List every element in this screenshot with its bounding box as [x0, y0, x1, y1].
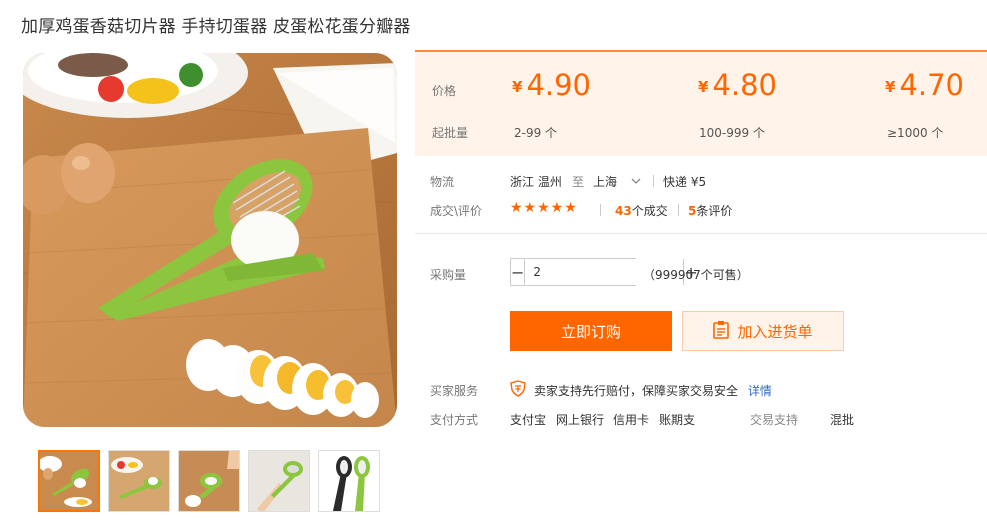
deal-count: 43 — [615, 204, 632, 218]
main-product-image — [23, 53, 397, 427]
logistics-label: 物流 — [430, 175, 455, 189]
service-label: 买家服务 — [430, 384, 479, 398]
thumbnail-5[interactable] — [318, 450, 380, 512]
price-tier-1: ¥4.90 — [512, 68, 591, 102]
price-value: 4.80 — [712, 68, 778, 102]
currency-symbol: ¥ — [698, 78, 709, 96]
product-title: 加厚鸡蛋香菇切片器 手持切蛋器 皮蛋松花蛋分瓣器 — [21, 17, 411, 37]
thumbnail-2[interactable] — [108, 450, 170, 512]
payment-label: 支付方式 — [430, 413, 479, 427]
payment-method-credit-term: 账期支 — [659, 413, 696, 427]
price-panel: 价格 起批量 ¥4.90 ¥4.80 ¥4.70 2-99 个 100-999 … — [415, 50, 987, 156]
clipboard-icon — [713, 320, 730, 343]
price-tier-2: ¥4.80 — [698, 68, 777, 102]
review-count-link[interactable]: 5条评价 — [688, 202, 732, 219]
review-suffix: 条评价 — [696, 204, 733, 218]
range-tier-2: 100-999 个 — [699, 126, 765, 140]
price-value: 4.70 — [899, 68, 965, 102]
quantity-stepper: − + — [510, 258, 698, 286]
currency-symbol: ¥ — [512, 78, 523, 96]
moq-label: 起批量 — [432, 126, 469, 140]
deal-count-link[interactable]: 43个成交 — [615, 202, 668, 219]
trade-support-label: 交易支持 — [750, 413, 799, 427]
payment-method-alipay: 支付宝 — [510, 413, 547, 427]
available-stock: （999907个可售） — [643, 268, 749, 282]
range-tier-3: ≥1000 个 — [887, 126, 944, 140]
currency-symbol: ¥ — [885, 78, 896, 96]
deals-label: 成交\评价 — [430, 204, 483, 218]
price-label: 价格 — [432, 84, 457, 98]
service-description: 卖家支持先行赔付，保障买家交易安全 详情 — [534, 382, 772, 399]
service-detail-link[interactable]: 详情 — [748, 384, 772, 398]
add-to-cart-label: 加入进货单 — [737, 322, 813, 341]
price-tier-3: ¥4.70 — [885, 68, 964, 102]
service-text: 卖家支持先行赔付，保障买家交易安全 — [534, 384, 739, 398]
chevron-down-icon — [631, 173, 641, 187]
payment-method-credit-card: 信用卡 — [613, 413, 650, 427]
shield-icon — [510, 380, 526, 397]
quantity-label: 采购量 — [430, 268, 467, 282]
deal-suffix: 个成交 — [631, 204, 668, 218]
destination-select[interactable]: 上海 — [593, 173, 641, 190]
divider — [600, 204, 601, 216]
payment-method-online-bank: 网上银行 — [556, 413, 605, 427]
thumbnail-3[interactable] — [178, 450, 240, 512]
thumbnail-4[interactable] — [248, 450, 310, 512]
thumbnail-1[interactable] — [38, 450, 100, 512]
divider — [653, 175, 654, 187]
destination-value: 上海 — [593, 175, 618, 189]
thumbnail-strip — [38, 450, 383, 512]
logistics-to: 至 — [572, 175, 585, 189]
express-fee: 快递 ¥5 — [663, 175, 707, 189]
section-divider — [415, 233, 987, 234]
divider — [678, 204, 679, 216]
logistics-origin: 浙江 温州 — [510, 175, 562, 189]
price-value: 4.90 — [526, 68, 592, 102]
decrease-button[interactable]: − — [511, 259, 526, 285]
trade-support-value: 混批 — [830, 413, 855, 427]
add-to-cart-button[interactable]: 加入进货单 — [682, 311, 844, 351]
buy-now-button[interactable]: 立即订购 — [510, 311, 672, 351]
rating-stars: ★★★★★ — [510, 200, 578, 216]
range-tier-1: 2-99 个 — [514, 126, 558, 140]
